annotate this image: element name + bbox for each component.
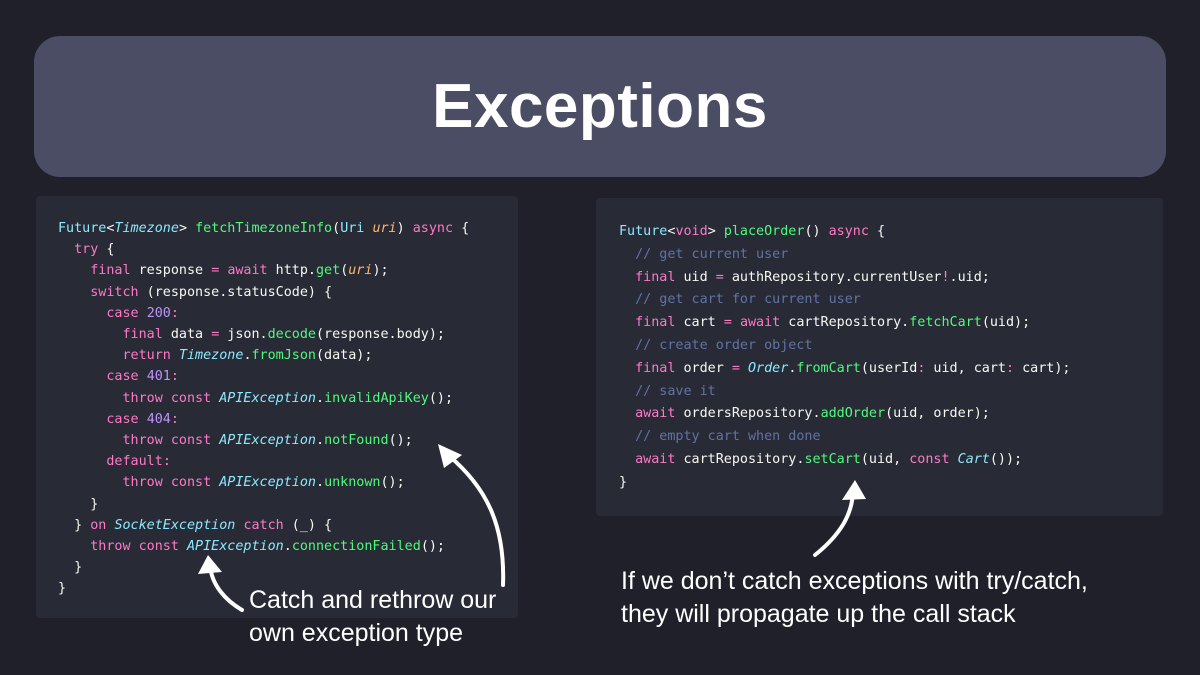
right-caption-line: they will propagate up the call stack [621, 600, 1016, 628]
arrow-to-notfound [446, 453, 506, 587]
left-caption-line: Catch and rethrow our [249, 586, 497, 614]
arrowhead-icon [842, 480, 866, 500]
arrowhead-icon [198, 555, 222, 574]
right-caption: If we don’t catch exceptions with try/ca… [621, 565, 1088, 631]
left-caption-line: own exception type [249, 619, 464, 647]
arrow-to-setcart [813, 490, 855, 557]
left-caption: Catch and rethrow our own exception type [249, 584, 496, 650]
right-caption-line: If we don’t catch exceptions with try/ca… [621, 567, 1088, 595]
